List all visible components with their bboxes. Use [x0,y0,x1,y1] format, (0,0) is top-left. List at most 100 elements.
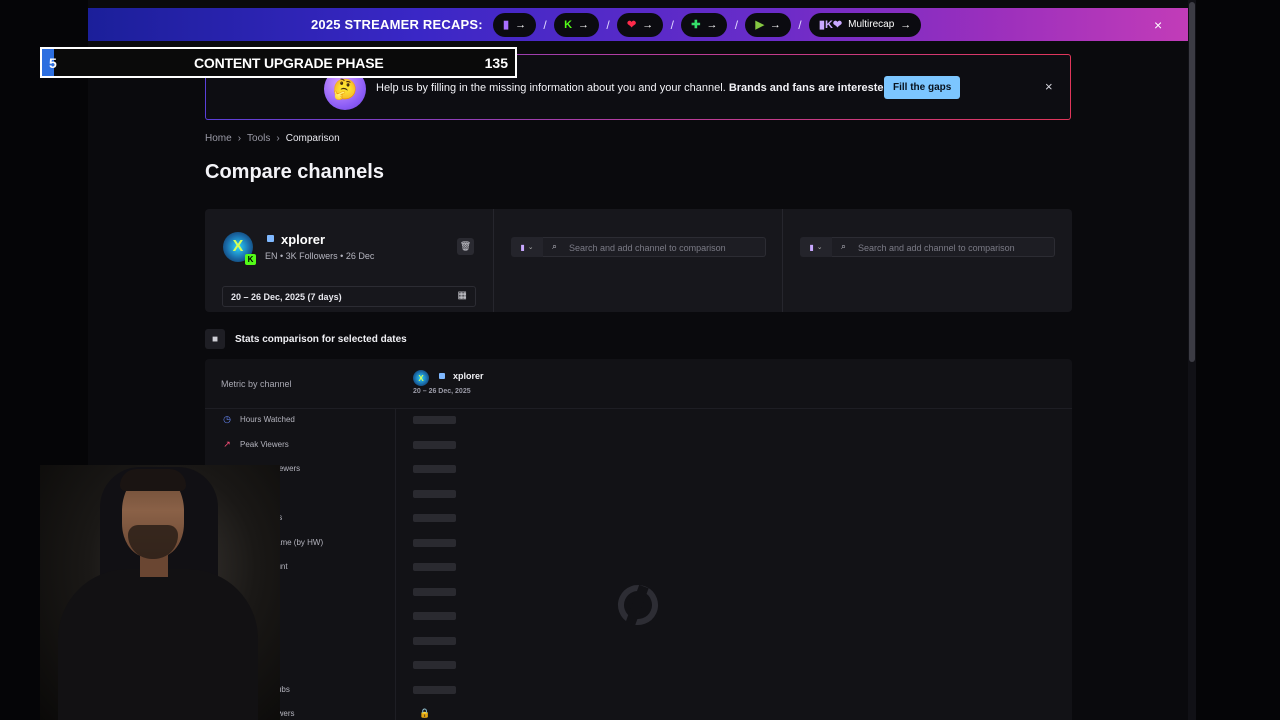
recap-links: ▮ → / K → / ❤ → / ✚ → / ▶ → / ▮K❤ Multirecap → [493,12,922,37]
table-row: ✥Popular Game (by HW) [205,531,1072,555]
arrow-right-icon: → [578,18,590,31]
arrow-right-icon: → [900,18,912,31]
recap-separator: / [543,17,547,32]
channel-slot-3: ▮ ⌄ ⌕ [783,209,1072,312]
rumble-icon: ▶ [755,19,764,31]
streamer-recaps-banner: 2025 STREAMER RECAPS: ▮ → / K → / ❤ → / ✚ → / ▶ → / ▮K❤… [88,8,1188,41]
kick-icon: K [245,254,256,265]
metric-header: Metric by channel [221,379,292,389]
content-upgrade-overlay: 5 CONTENT UPGRADE PHASE 135 [40,47,517,78]
recap-link-puzzle[interactable]: ✚ → [681,12,728,37]
webcam-overlay [40,465,280,720]
chevron-down-icon: ⌄ [816,244,823,251]
page-title: Compare channels [205,161,384,183]
recap-link-multi-platform[interactable]: ▮K❤ Multirecap → [808,12,922,37]
table-row: ↗ Peak Viewers [205,433,1072,457]
search-icon: ⌕ [841,241,847,251]
recap-link-kick[interactable]: K → [554,12,600,37]
platform-dropdown[interactable]: ▮ ⌄ [511,237,543,257]
recap-separator: / [670,17,674,32]
table-row: ▦Active Days [205,506,1072,530]
multi-platform-icon: ▮K❤ [818,19,843,31]
twitch-icon: ▮ [520,242,525,252]
date-range-picker[interactable]: 20 – 26 Dec, 2025 (7 days) ▦ [222,286,476,307]
search-input[interactable] [856,240,1055,256]
platform-dropdown[interactable]: ▮ ⌄ [800,237,832,257]
loading-skeleton [413,587,456,596]
right-gutter [1188,0,1280,720]
close-icon[interactable]: × [1045,79,1053,94]
breadcrumb-separator: › [237,133,242,144]
upgrade-phase-label: CONTENT UPGRADE PHASE [194,55,384,71]
recap-separator: / [734,17,739,32]
loading-skeleton [413,416,456,424]
metric-label: Hours Watched [240,415,295,424]
channel-search: ▮ ⌄ ⌕ [511,237,766,257]
metric-label: Peak Viewers [240,439,289,449]
date-range-value: 20 – 26 Dec, 2025 (7 days) [231,292,342,302]
twitch-icon: ▮ [503,19,510,31]
youtube-heart-icon: ❤ [627,19,637,31]
chevron-down-icon: ⌄ [527,244,534,251]
loading-skeleton [413,514,456,522]
kick-icon: K [564,18,573,31]
stats-title: Stats comparison for selected dates [235,333,407,345]
fill-the-gaps-button[interactable]: Fill the gaps [884,76,961,99]
loading-skeleton [413,563,456,571]
clock-icon: ◷ [223,414,231,424]
lock-icon: 🔒 [419,708,431,718]
platform-icon [439,373,445,379]
loading-skeleton [413,661,456,669]
streamer-hair [120,469,186,491]
table-row: ★ns gained [205,653,1072,677]
loading-skeleton [413,612,456,620]
table-row: ◷ Hours Watched [205,408,1072,432]
table-row: ♟uthoriz Viewers🔒 [205,702,1072,720]
puzzle-icon: ✚ [691,19,701,31]
table-row: ◆Games count [205,555,1072,579]
loading-skeleton [413,538,456,547]
delete-channel-button[interactable]: 🗑 [457,238,474,255]
trash-icon: 🗑 [459,241,472,251]
scrollbar-thumb[interactable] [1189,2,1195,362]
channel-slot-1: X K xplorer EN • 3K Followers • 26 Dec 🗑… [205,209,494,312]
search-icon: ⌕ [552,241,558,251]
arrow-right-icon: → [642,18,654,31]
loading-skeleton [413,685,456,694]
stats-section-header: ■ Stats comparison for selected dates [205,329,407,349]
channel-meta: EN • 3K Followers • 26 Dec [265,251,375,261]
recap-label: Multirecap [848,19,895,30]
breadcrumb-tools[interactable]: Tools [247,133,270,144]
breadcrumb-current: Comparison [285,133,340,144]
upgrade-count: 135 [484,55,508,71]
column-channel-name[interactable]: xplorer [453,371,484,381]
upgrade-phase-number: 5 [49,55,57,71]
column-date: 20 – 26 Dec, 2025 [413,388,471,395]
channel-name[interactable]: xplorer [281,232,325,247]
recap-separator: / [606,17,610,32]
close-icon[interactable]: × [1154,17,1162,33]
breadcrumb-separator: › [276,133,280,144]
arrow-right-icon: → [769,18,781,31]
table-row: ✦n gained subs [205,678,1072,702]
calendar-icon: ▦ [457,290,467,301]
recap-link-youtube-heart[interactable]: ❤ → [617,12,664,37]
info-text-bold: Brands and fans are interested! [728,82,894,94]
info-banner-text: Help us by filling in the missing inform… [376,82,894,94]
stats-table: Metric by channel X xplorer 20 – 26 Dec,… [205,359,1072,720]
loading-skeleton [413,636,456,645]
search-field: ⌕ [543,237,766,257]
search-field: ⌕ [832,237,1055,257]
twitch-icon: ▮ [809,242,814,252]
video-camera-icon: ■ [205,329,225,349]
breadcrumb-home[interactable]: Home [205,133,232,144]
channel-slot-2: ▮ ⌄ ⌕ [494,209,783,312]
table-row: ▥Average Viewers [205,457,1072,481]
recaps-title: 2025 STREAMER RECAPS: [311,17,483,32]
avatar: X [413,370,429,386]
search-input[interactable] [567,240,766,256]
recap-link-twitch[interactable]: ▮ → [493,12,537,37]
recap-link-rumble[interactable]: ▶ → [745,12,791,37]
compare-panel: X K xplorer EN • 3K Followers • 26 Dec 🗑… [205,209,1072,312]
loading-skeleton [413,489,456,498]
